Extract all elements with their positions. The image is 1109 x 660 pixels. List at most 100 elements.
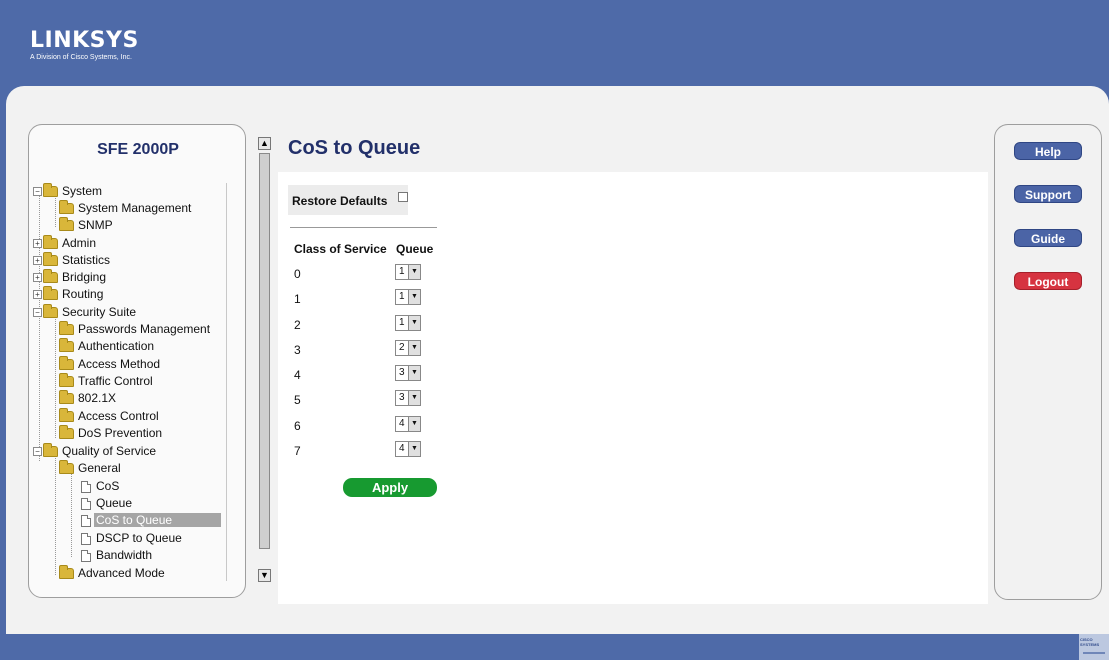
main-pane: Restore Defaults Class of Service Queue … — [278, 172, 988, 604]
nav-item-cos-to-queue[interactable]: CoS to Queue — [81, 512, 222, 529]
folder-icon — [43, 286, 58, 301]
nav-item-system[interactable]: − System — [33, 183, 104, 200]
nav-item-statistics[interactable]: + Statistics — [33, 252, 112, 269]
restore-defaults-row: Restore Defaults — [288, 185, 408, 215]
restore-defaults-label: Restore Defaults — [292, 194, 388, 208]
nav-divider — [226, 183, 227, 581]
chevron-down-icon[interactable]: ▼ — [408, 290, 420, 304]
folder-open-icon — [43, 304, 58, 319]
chevron-down-icon[interactable]: ▼ — [408, 442, 420, 456]
chevron-down-icon[interactable]: ▼ — [408, 417, 420, 431]
queue-select[interactable]: 3 ▼ — [395, 390, 421, 406]
chevron-down-icon[interactable]: ▼ — [408, 316, 420, 330]
page-icon — [81, 532, 91, 545]
nav-item-dos-prevention[interactable]: DoS Prevention — [59, 425, 164, 442]
nav-item-access-method[interactable]: Access Method — [59, 356, 162, 373]
collapse-icon[interactable]: − — [33, 447, 42, 457]
nav-item-bridging[interactable]: + Bridging — [33, 269, 108, 286]
folder-icon — [59, 217, 74, 232]
expand-icon[interactable]: + — [33, 239, 42, 249]
chevron-down-icon[interactable]: ▼ — [408, 341, 420, 355]
nav-item-dscp-to-queue[interactable]: DSCP to Queue — [81, 530, 184, 547]
section-divider — [290, 227, 437, 228]
cos-value: 7 — [294, 444, 301, 458]
queue-select[interactable]: 4 ▼ — [395, 416, 421, 432]
tree-guide — [55, 319, 56, 438]
tree-guide — [55, 455, 56, 575]
nav-scrollbar[interactable]: ▲ ▼ — [258, 137, 272, 585]
queue-select[interactable]: 1 ▼ — [395, 315, 421, 331]
logo-tagline: A Division of Cisco Systems, Inc. — [30, 54, 132, 61]
nav-item-advanced-mode[interactable]: Advanced Mode — [59, 565, 167, 582]
nav-item-quality-of-service[interactable]: − Quality of Service — [33, 443, 158, 460]
nav-item-snmp[interactable]: SNMP — [59, 217, 115, 234]
nav-item-authentication[interactable]: Authentication — [59, 338, 156, 355]
nav-item-security-suite[interactable]: − Security Suite — [33, 304, 138, 321]
page-icon — [81, 514, 91, 527]
folder-icon — [59, 408, 74, 423]
nav-item-general[interactable]: General — [59, 460, 123, 477]
expand-icon[interactable]: + — [33, 256, 42, 266]
page-icon — [81, 549, 91, 562]
restore-defaults-checkbox[interactable] — [398, 192, 408, 202]
queue-select[interactable]: 4 ▼ — [395, 441, 421, 457]
chevron-down-icon[interactable]: ▼ — [408, 265, 420, 279]
folder-icon — [59, 425, 74, 440]
col-header-queue: Queue — [396, 242, 434, 256]
collapse-icon[interactable]: − — [33, 187, 42, 197]
nav-item-system-management[interactable]: System Management — [59, 200, 193, 217]
folder-open-icon — [43, 183, 58, 198]
nav-item-routing[interactable]: + Routing — [33, 286, 105, 303]
logout-button[interactable]: Logout — [1014, 272, 1082, 290]
nav-item-access-control[interactable]: Access Control — [59, 408, 161, 425]
collapse-icon[interactable]: − — [33, 308, 42, 318]
folder-icon — [59, 338, 74, 353]
queue-select[interactable]: 2 ▼ — [395, 340, 421, 356]
help-button[interactable]: Help — [1014, 142, 1082, 160]
header-bar: LINKSYS A Division of Cisco Systems, Inc… — [0, 0, 1109, 88]
page-title: CoS to Queue — [288, 137, 421, 159]
device-model-title: SFE 2000P — [97, 141, 179, 158]
cos-value: 0 — [294, 267, 301, 281]
cos-value: 1 — [294, 292, 301, 306]
queue-select[interactable]: 3 ▼ — [395, 365, 421, 381]
scroll-up-arrow-icon[interactable]: ▲ — [258, 137, 271, 150]
page-icon — [81, 480, 91, 493]
nav-item-queue[interactable]: Queue — [81, 495, 134, 512]
nav-item-admin[interactable]: + Admin — [33, 235, 98, 252]
tree-guide — [71, 473, 72, 557]
expand-icon[interactable]: + — [33, 290, 42, 300]
cos-value: 2 — [294, 318, 301, 332]
folder-icon — [43, 269, 58, 284]
folder-open-icon — [59, 460, 74, 475]
folder-icon — [59, 356, 74, 371]
queue-select[interactable]: 1 ▼ — [395, 264, 421, 280]
cos-value: 4 — [294, 368, 301, 382]
folder-icon — [59, 565, 74, 580]
logo-wordmark: LINKSYS — [30, 28, 139, 53]
expand-icon[interactable]: + — [33, 273, 42, 283]
cos-value: 3 — [294, 343, 301, 357]
folder-icon — [43, 252, 58, 267]
apply-button[interactable]: Apply — [343, 478, 437, 497]
folder-icon — [59, 200, 74, 215]
nav-item-traffic-control[interactable]: Traffic Control — [59, 373, 155, 390]
folder-icon — [59, 373, 74, 388]
folder-open-icon — [43, 443, 58, 458]
nav-item-802-1x[interactable]: 802.1X — [59, 390, 118, 407]
queue-select[interactable]: 1 ▼ — [395, 289, 421, 305]
guide-button[interactable]: Guide — [1014, 229, 1082, 247]
scroll-down-arrow-icon[interactable]: ▼ — [258, 569, 271, 582]
chevron-down-icon[interactable]: ▼ — [408, 366, 420, 380]
support-button[interactable]: Support — [1014, 185, 1082, 203]
nav-item-cos[interactable]: CoS — [81, 478, 121, 495]
chevron-down-icon[interactable]: ▼ — [408, 391, 420, 405]
side-panel: Help Support Guide Logout — [994, 124, 1102, 600]
scrollbar-thumb[interactable] — [259, 153, 270, 549]
page-icon — [81, 497, 91, 510]
nav-item-passwords-management[interactable]: Passwords Management — [59, 321, 212, 338]
cos-value: 6 — [294, 419, 301, 433]
nav-item-bandwidth[interactable]: Bandwidth — [81, 547, 154, 564]
linksys-logo: LINKSYS A Division of Cisco Systems, Inc… — [30, 30, 139, 62]
cisco-logo: CISCO SYSTEMS — [1079, 634, 1109, 660]
